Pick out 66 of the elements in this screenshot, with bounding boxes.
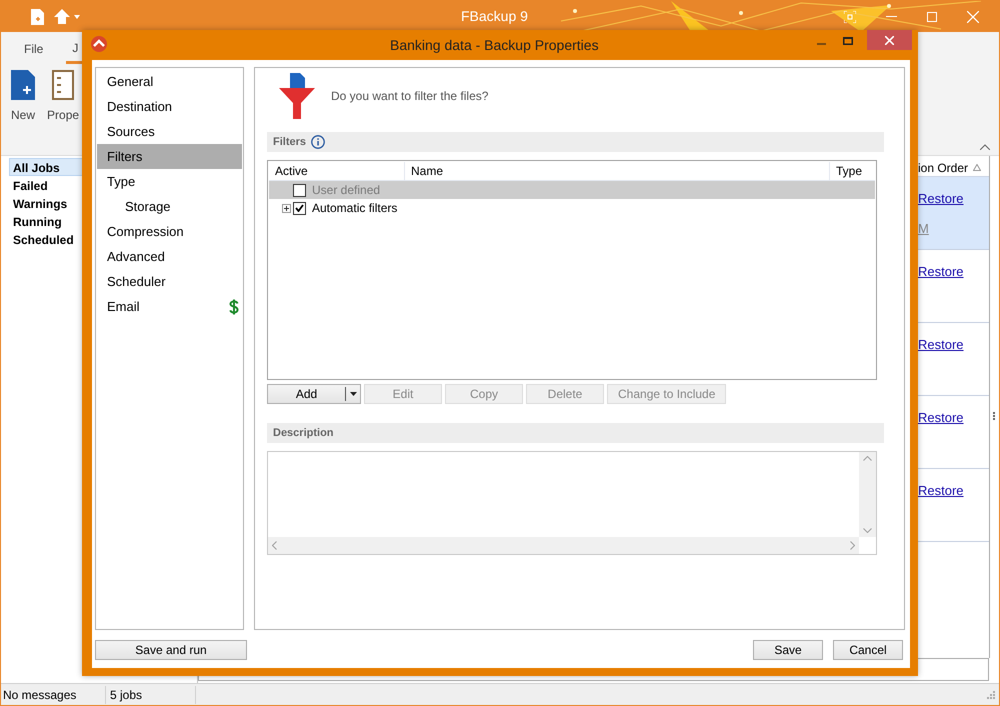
expand-icon[interactable] <box>282 204 291 212</box>
column-header[interactable]: Name <box>405 162 830 180</box>
dropdown-icon <box>350 392 356 396</box>
nav-item[interactable]: Email <box>97 294 242 319</box>
horizontal-scrollbar[interactable] <box>268 537 859 554</box>
document-list-icon <box>52 70 74 100</box>
nav-item[interactable]: Advanced <box>97 244 242 269</box>
column-header[interactable]: Type <box>830 162 875 180</box>
dialog-button[interactable]: Save <box>753 640 823 660</box>
app-logo-icon <box>91 36 107 52</box>
nav-item[interactable]: Sources <box>97 119 242 144</box>
section-header: Description <box>267 423 884 443</box>
resize-grip-icon[interactable] <box>986 690 995 699</box>
scroll-grip-icon[interactable] <box>993 412 995 420</box>
tree-item-label: Automatic filters <box>312 200 398 217</box>
add-button[interactable]: Add <box>267 384 361 404</box>
column-header[interactable]: Active <box>269 162 405 180</box>
nav-item[interactable]: Storage <box>97 194 242 219</box>
scroll-left-icon[interactable] <box>272 541 277 550</box>
ribbon-button[interactable]: New <box>11 70 36 124</box>
status-text: 5 jobs <box>106 686 196 704</box>
new-file-icon[interactable] <box>31 8 44 24</box>
focus-icon[interactable] <box>844 10 856 22</box>
nav-item[interactable]: Compression <box>97 219 242 244</box>
nav-item[interactable]: Type <box>97 169 242 194</box>
question-text: Do you want to filter the files? <box>331 88 488 105</box>
tree-row[interactable]: Automatic filters <box>269 199 875 217</box>
scroll-up-icon[interactable] <box>863 456 872 461</box>
dialog-button[interactable]: Cancel <box>833 640 903 660</box>
window-title: FBackup 9 <box>461 8 528 25</box>
scroll-right-icon[interactable] <box>850 541 855 550</box>
dialog-title: Banking data - Backup Properties <box>390 37 599 54</box>
sort-icon <box>973 164 982 171</box>
description-field[interactable] <box>267 451 877 555</box>
new-document-icon <box>11 70 35 100</box>
status-text: No messages <box>1 686 106 704</box>
restore-link[interactable]: Restore <box>918 410 989 426</box>
ribbon-tab[interactable]: File <box>18 34 50 64</box>
tree-item-label: User defined <box>312 182 380 199</box>
caret-icon[interactable] <box>74 14 80 18</box>
maximize-icon[interactable] <box>843 37 853 45</box>
check-icon <box>295 204 304 212</box>
dollar-icon <box>229 298 239 314</box>
scroll-down-icon[interactable] <box>863 528 872 533</box>
close-icon <box>885 36 894 44</box>
collapse-icon[interactable] <box>980 144 990 150</box>
restore-link[interactable]: Restore <box>918 337 989 353</box>
nav-item[interactable]: General <box>97 69 242 94</box>
restore-link[interactable]: Restore <box>918 191 989 207</box>
restore-link[interactable]: Restore <box>918 264 989 280</box>
nav-item[interactable]: Destination <box>97 94 242 119</box>
nav-item[interactable]: Scheduler <box>97 269 242 294</box>
up-arrow-icon[interactable] <box>54 9 70 24</box>
vertical-scrollbar[interactable] <box>859 452 876 537</box>
close-button[interactable] <box>867 30 912 50</box>
save-and-run-button[interactable]: Save and run <box>95 640 247 660</box>
job-row[interactable]: Restore M <box>917 177 989 250</box>
nav-item[interactable]: Filters <box>97 144 242 169</box>
funnel-icon <box>279 73 315 119</box>
close-icon[interactable] <box>967 10 979 22</box>
info-icon[interactable] <box>311 135 326 149</box>
restore-link[interactable]: Restore <box>918 483 989 499</box>
job-detail: M <box>918 221 930 237</box>
ribbon-button[interactable]: Prope <box>47 70 80 124</box>
section-header: Filters <box>267 132 884 152</box>
checkbox[interactable] <box>293 202 306 214</box>
